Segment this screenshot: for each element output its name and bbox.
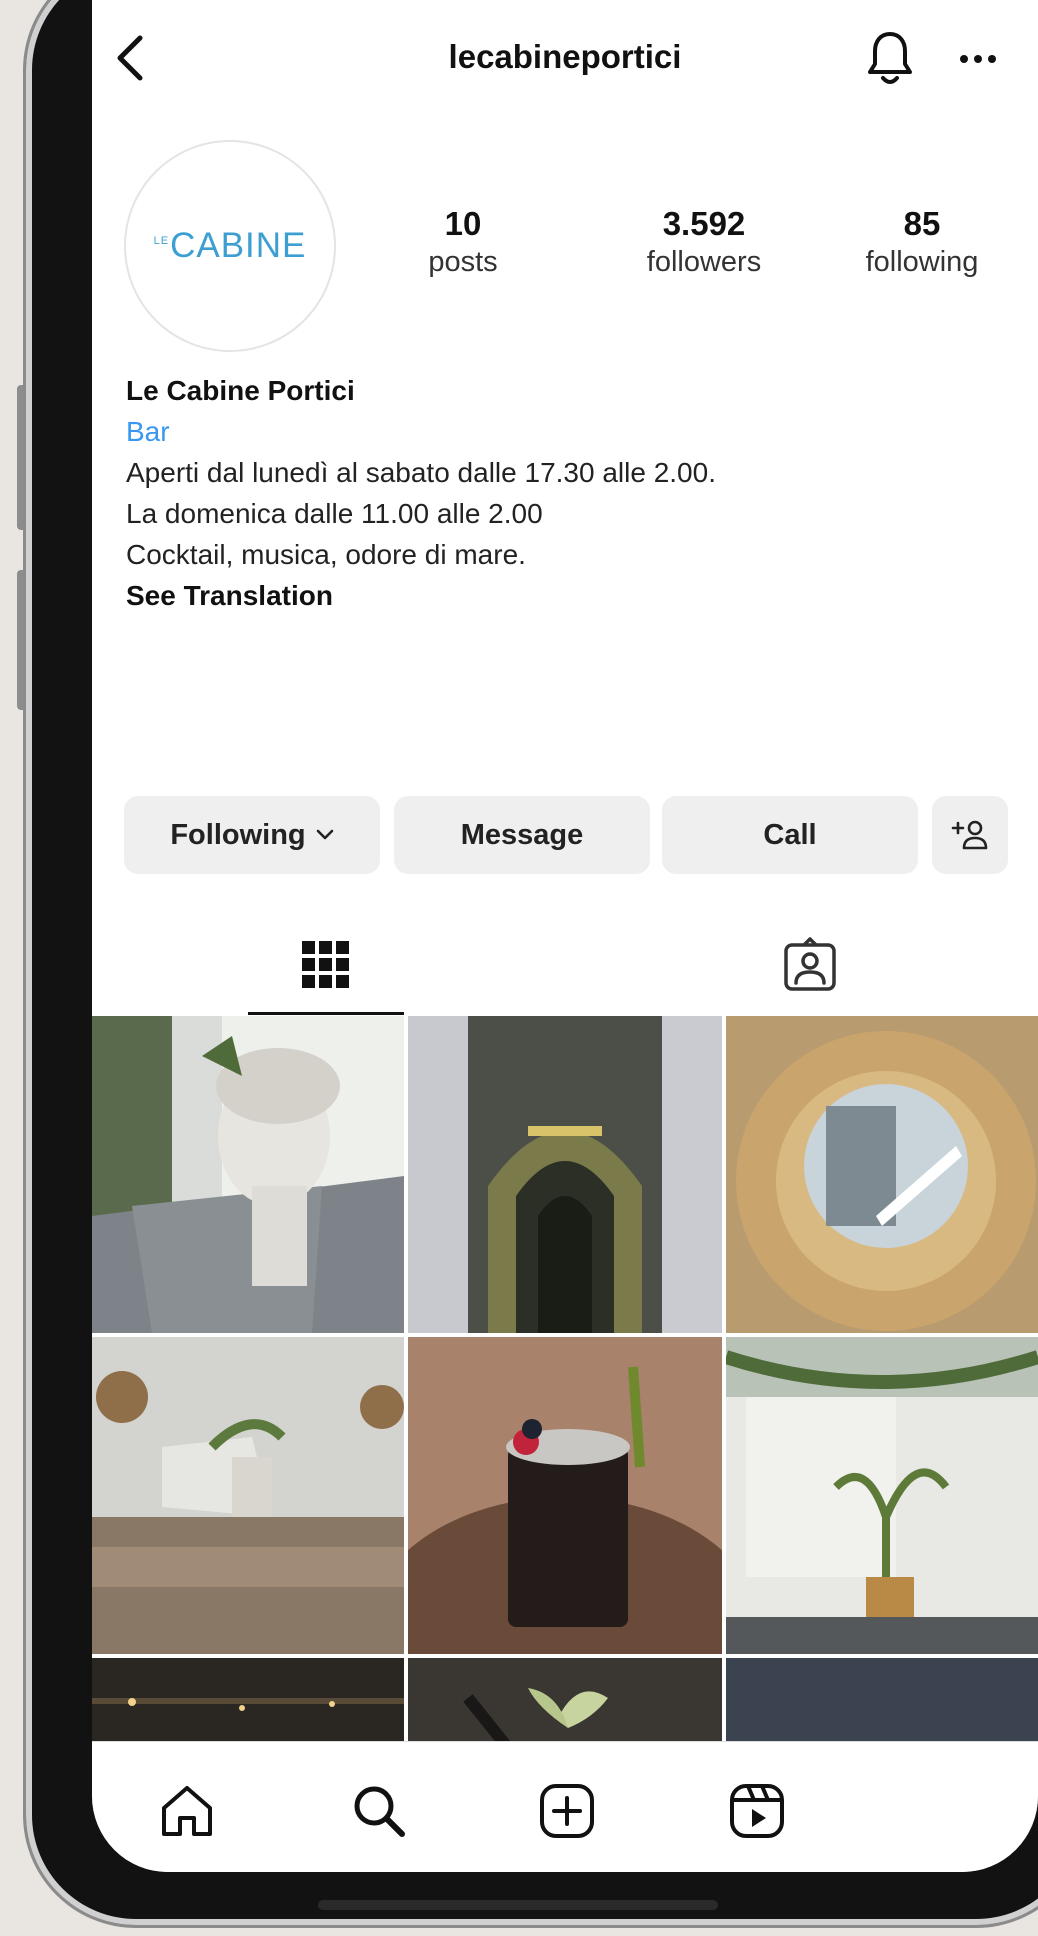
bio-line: Cocktail, musica, odore di mare. xyxy=(126,539,526,570)
call-button[interactable]: Call xyxy=(662,796,918,874)
message-button-label: Message xyxy=(460,818,584,851)
terrace-plants-photo xyxy=(726,1337,1038,1654)
tagged-icon xyxy=(784,937,836,991)
bio-line: Aperti dal lunedì al sabato dalle 17.30 … xyxy=(126,457,716,488)
followers-value: 3.592 xyxy=(662,205,746,242)
bio-line: La domenica dalle 11.00 alle 2.00 xyxy=(126,498,543,529)
cocktail-photo xyxy=(408,1337,722,1654)
posts-grid xyxy=(92,1016,1038,1842)
chevron-down-icon xyxy=(316,829,333,840)
app-screen: lecabineportici LECABINE 10 posts 3.592 … xyxy=(92,0,1038,1872)
more-options-icon[interactable] xyxy=(950,34,1006,84)
post-thumbnail[interactable] xyxy=(726,1337,1038,1654)
followers-count[interactable]: 3.592 followers xyxy=(604,204,804,280)
notification-bell-icon[interactable] xyxy=(862,28,918,88)
add-person-icon xyxy=(951,820,988,850)
following-button[interactable]: Following xyxy=(124,796,380,874)
post-thumbnail[interactable] xyxy=(408,1337,722,1654)
post-thumbnail[interactable] xyxy=(408,1016,722,1333)
posts-count[interactable]: 10 posts xyxy=(392,204,534,280)
tab-tagged[interactable] xyxy=(732,918,888,1012)
statue-bust-photo xyxy=(92,1016,404,1333)
suggested-people-button[interactable] xyxy=(932,796,1008,874)
plant-vase-photo xyxy=(92,1337,404,1654)
bottom-navigation xyxy=(92,1741,1038,1872)
profile-avatar[interactable]: LECABINE xyxy=(124,140,336,352)
message-button[interactable]: Message xyxy=(394,796,650,874)
stone-arch-photo xyxy=(408,1016,722,1333)
posts-value: 10 xyxy=(444,205,482,242)
profile-display-name: Le Cabine Portici xyxy=(126,375,355,406)
avatar-logo: LECABINE xyxy=(153,226,307,265)
home-icon[interactable] xyxy=(156,1780,218,1842)
profile-header: lecabineportici xyxy=(92,0,1038,120)
following-value: 85 xyxy=(903,205,941,242)
post-thumbnail[interactable] xyxy=(92,1016,404,1333)
search-icon[interactable] xyxy=(348,1780,410,1842)
see-translation-link[interactable]: See Translation xyxy=(126,575,1006,616)
post-thumbnail[interactable] xyxy=(726,1016,1038,1333)
followers-label: followers xyxy=(646,246,762,278)
phone-frame: lecabineportici LECABINE 10 posts 3.592 … xyxy=(26,0,1038,1925)
following-button-label: Following xyxy=(170,818,306,851)
call-button-label: Call xyxy=(763,818,817,851)
reels-icon[interactable] xyxy=(726,1780,788,1842)
straw-mirror-photo xyxy=(726,1016,1038,1333)
home-indicator xyxy=(318,1900,718,1910)
posts-label: posts xyxy=(428,246,498,278)
following-count[interactable]: 85 following xyxy=(832,204,1012,280)
profile-category[interactable]: Bar xyxy=(126,411,1006,452)
post-thumbnail[interactable] xyxy=(92,1337,404,1654)
new-post-icon[interactable] xyxy=(536,1780,598,1842)
following-label: following xyxy=(865,246,979,278)
tab-posts-grid[interactable] xyxy=(248,918,404,1015)
grid-icon xyxy=(302,941,349,988)
profile-bio: Le Cabine Portici Bar Aperti dal lunedì … xyxy=(126,370,1006,616)
